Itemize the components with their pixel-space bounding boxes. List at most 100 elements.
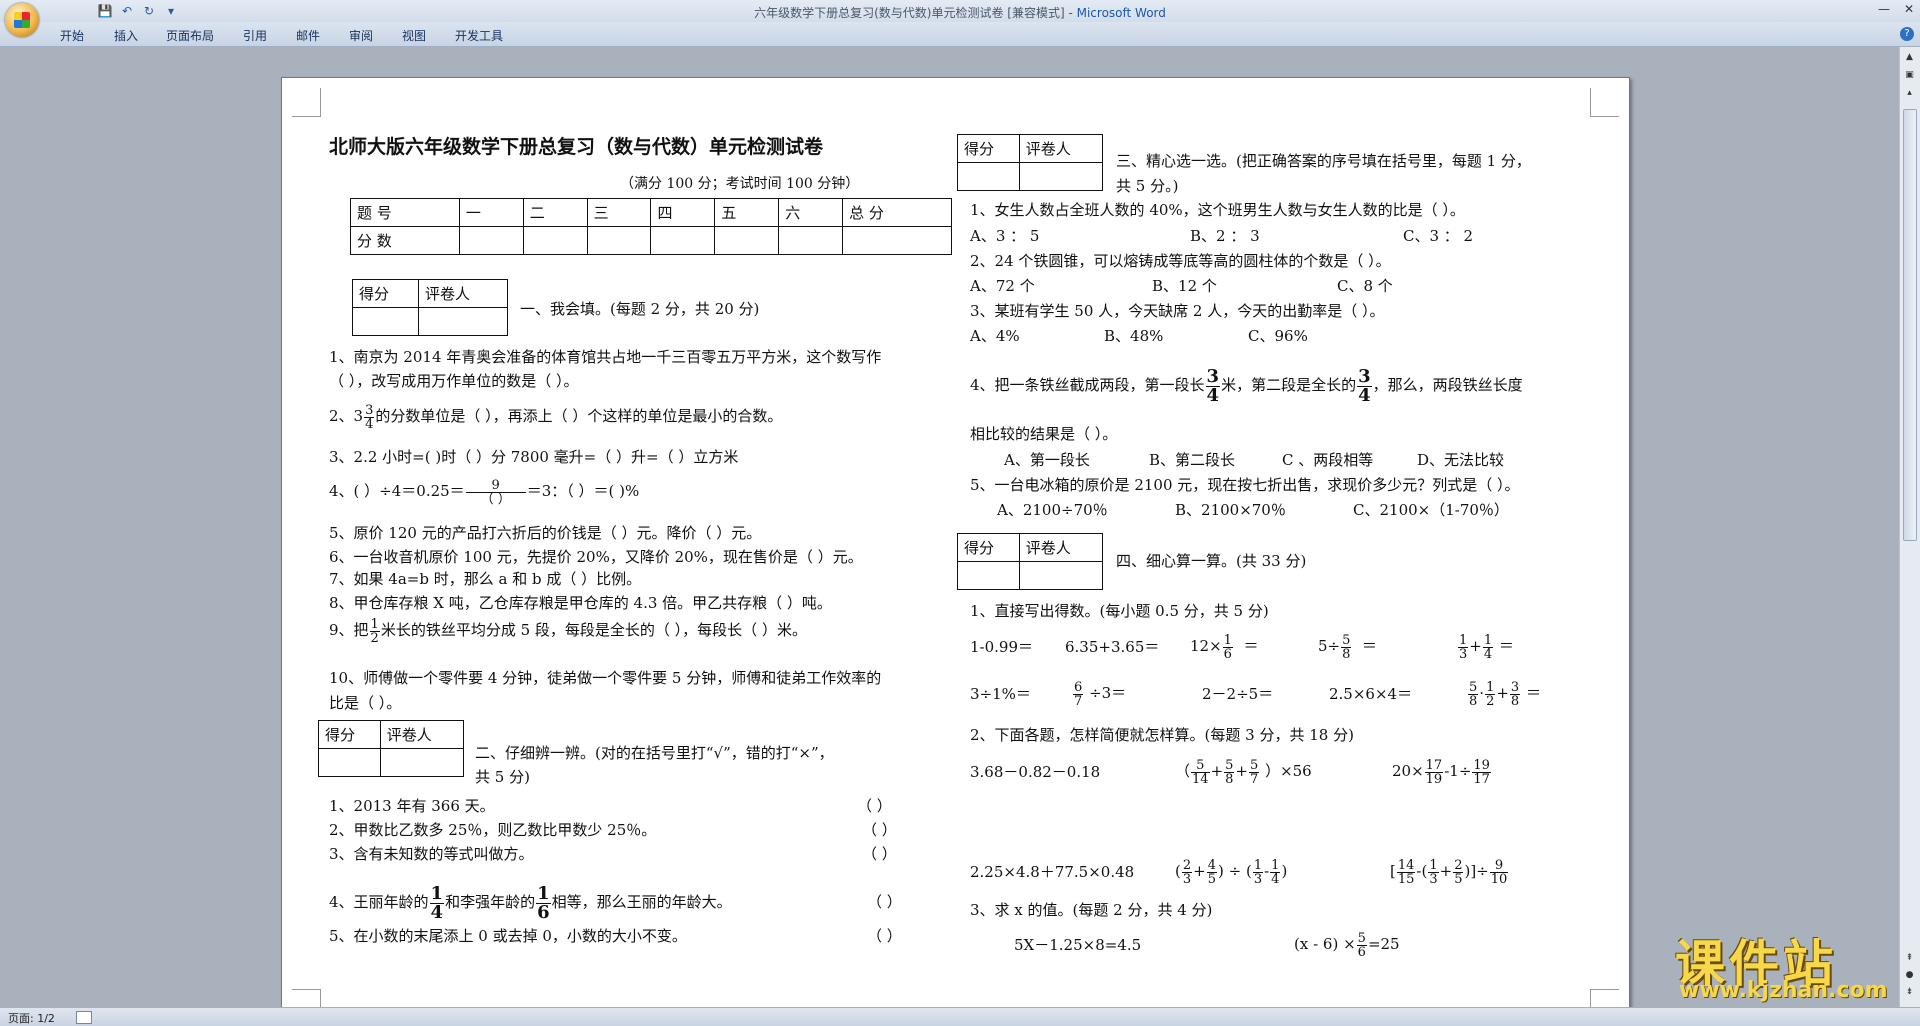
fraction: 17 19: [1424, 759, 1444, 787]
score-cell[interactable]: [458, 226, 524, 255]
scorer-cell[interactable]: [318, 748, 381, 777]
numerator: 5: [1249, 757, 1260, 773]
answer-paren[interactable]: （ ）: [867, 893, 902, 911]
option: C、3 ： 2: [1403, 227, 1474, 245]
calc-item: 5 8 · 1 2 +3 8 ＝: [1468, 679, 1541, 709]
score-cell: 四: [650, 198, 716, 227]
calc-item: 67 ÷3＝: [1072, 670, 1126, 716]
numerator: 19: [1472, 757, 1491, 773]
question-text: 9、把: [329, 621, 369, 639]
document-page[interactable]: 北师大版六年级数学下册总复习（数与代数）单元检测试卷 （满分 100 分；考试时…: [281, 77, 1630, 1009]
denominator: 3: [1429, 871, 1438, 887]
denominator: （ ）: [480, 491, 511, 507]
fraction: 14: [1270, 859, 1281, 886]
tab-home[interactable]: 开始: [60, 27, 84, 44]
scorer-cell[interactable]: [417, 307, 509, 336]
question-text: 4、王丽年龄的 1 4 和李强年龄的 1 6 相等，那么王丽的年龄大。: [329, 877, 732, 927]
calc-item: 6.35+3.65＝: [1065, 638, 1160, 656]
question-text: 2、甲数比乙数多 25％，则乙数比甲数少 25％。: [329, 821, 657, 839]
watermark-url: www.kjzhan.com: [1679, 978, 1888, 1003]
tab-view[interactable]: 视图: [402, 27, 426, 44]
answer-paren[interactable]: （ ）: [857, 797, 892, 815]
question-text: 9、把 1 2 米长的铁丝平均分成 5 段，每段是全长的（ ），每段长（ ）米。: [329, 610, 807, 650]
watermark: 课件站 www.kjzhan.com: [1655, 920, 1915, 1003]
tab-mailings[interactable]: 邮件: [296, 27, 320, 44]
equation: 5X－1.25×8=4.5: [1014, 936, 1142, 954]
tab-page-layout[interactable]: 页面布局: [166, 27, 214, 44]
ruler-toggle-icon[interactable]: ▣: [1903, 69, 1916, 82]
numerator: 5: [1468, 679, 1479, 695]
doc-subtitle: （满分 100 分；考试时间 100 分钟）: [620, 176, 860, 192]
tab-review[interactable]: 审阅: [349, 27, 373, 44]
tab-references[interactable]: 引用: [243, 27, 267, 44]
score-cell[interactable]: [842, 226, 952, 255]
calc-item: 5÷: [1318, 637, 1341, 655]
calc-item: ）×56: [1265, 762, 1312, 780]
page-indicator[interactable]: 页面: 1/2: [8, 1010, 55, 1026]
question-text: 4、王丽年龄的: [329, 893, 429, 911]
scroll-thumb[interactable]: [1903, 109, 1917, 541]
fraction: 25: [1453, 857, 1464, 887]
scorer-cell[interactable]: [1018, 561, 1104, 590]
fraction: 9 （ ）: [465, 479, 526, 507]
numerator: 1: [1428, 857, 1439, 873]
close-icon[interactable]: ✕: [1904, 2, 1914, 16]
answer-paren[interactable]: （ ）: [862, 821, 897, 839]
crop-mark: [1590, 88, 1619, 117]
score-cell: 二: [522, 198, 588, 227]
denominator: 6: [537, 901, 550, 923]
tab-insert[interactable]: 插入: [114, 27, 138, 44]
question-text: 3、某班有学生 50 人，今天缺席 2 人，今天的出勤率是（ ）。: [970, 302, 1385, 320]
numerator: 3: [1205, 365, 1221, 387]
denominator: 19: [1425, 771, 1443, 787]
scorer-cell[interactable]: [957, 162, 1020, 191]
help-icon[interactable]: ?: [1900, 27, 1914, 41]
tab-developer[interactable]: 开发工具: [455, 27, 503, 44]
calc-item: (2 3 +4 5) ÷ (1 3-1 4): [1175, 857, 1288, 887]
calc-item: 20×: [1392, 762, 1424, 780]
scorer-label: 得分: [318, 720, 381, 749]
question-text: 1、直接写出得数。(每小题 0.5 分，共 5 分): [970, 602, 1269, 620]
calc-item: 2.5×6×4＝: [1329, 685, 1413, 703]
scorer-label: 评卷人: [1018, 134, 1104, 163]
numerator: 1: [429, 882, 445, 904]
question-text: ＝3：（ ）＝( )%: [526, 482, 640, 500]
numerator: 2: [1453, 857, 1464, 873]
denominator: 5: [1454, 871, 1463, 887]
score-cell[interactable]: [778, 226, 844, 255]
section-1-heading: 一、我会填。(每题 2 分，共 20 分): [520, 300, 760, 318]
fraction: 58: [1341, 634, 1352, 661]
score-cell[interactable]: [714, 226, 780, 255]
score-cell[interactable]: [522, 226, 588, 255]
numerator: 6: [1073, 679, 1084, 695]
answer-paren[interactable]: （ ）: [867, 927, 902, 945]
scorer-label: 评卷人: [379, 720, 465, 749]
calc-item: ＝: [1361, 637, 1377, 655]
status-bar: 页面: 1/2: [0, 1007, 1920, 1026]
scorer-cell[interactable]: [379, 748, 465, 777]
office-button[interactable]: [5, 3, 39, 37]
minimize-icon[interactable]: —: [1878, 2, 1890, 16]
score-cell[interactable]: [650, 226, 716, 255]
scorer-cell[interactable]: [1018, 162, 1104, 191]
scorer-cell[interactable]: [957, 561, 1020, 590]
calc-item: 1-0.99＝: [970, 638, 1034, 656]
question-text: 4、把一条铁丝截成两段，第一段长: [970, 376, 1205, 394]
question-text: 米，第二段是全长的: [1221, 376, 1357, 394]
question-text: 3、2.2 小时=( )时（ ）分 7800 毫升=（ ）升=（ ）立方米: [329, 448, 739, 466]
fraction: 58: [1468, 679, 1479, 708]
section-2-heading: 共 5 分): [475, 768, 530, 786]
score-cell[interactable]: [586, 226, 652, 255]
numerator: 2: [1181, 857, 1193, 873]
scroll-up-icon[interactable]: ▴: [1903, 87, 1916, 100]
fraction: 12: [1485, 681, 1496, 708]
numerator: 1: [1482, 632, 1494, 648]
proofing-icon[interactable]: [76, 1011, 92, 1024]
scorer-cell[interactable]: [352, 307, 419, 336]
question-text: 5、一台电冰箱的原价是 2100 元，现在按七折出售，求现价多少元？列式是（ ）…: [970, 476, 1520, 494]
answer-paren[interactable]: （ ）: [862, 845, 897, 863]
vertical-scrollbar[interactable]: ▲ ▣ ▴ ⇞ ● ⇟: [1899, 47, 1920, 1007]
question-text: 3、求 x 的值。(每题 2 分，共 4 分): [970, 901, 1213, 919]
option: C 、两段相等: [1282, 451, 1374, 469]
scroll-up-icon[interactable]: ▲: [1903, 51, 1916, 64]
